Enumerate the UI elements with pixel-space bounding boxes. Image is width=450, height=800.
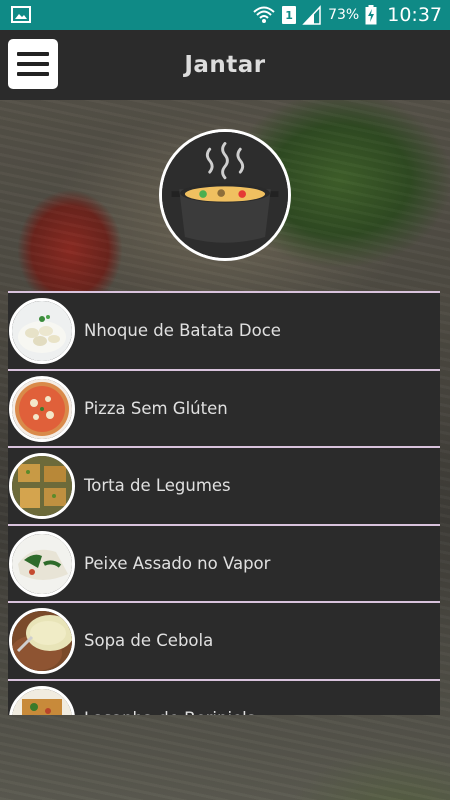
- list-item[interactable]: Pizza Sem Glúten: [8, 368, 440, 446]
- app-bar: Jantar: [0, 30, 450, 100]
- fish-thumbnail: [9, 530, 75, 597]
- list-item[interactable]: Torta de Legumes: [8, 446, 440, 524]
- recipe-name: Lasanha de Berinjela: [84, 681, 257, 716]
- recipe-name: Pizza Sem Glúten: [84, 398, 228, 418]
- list-item[interactable]: Nhoque de Batata Doce: [8, 291, 440, 369]
- signal-icon: [302, 5, 321, 25]
- hamburger-menu-icon[interactable]: [8, 39, 58, 89]
- recipe-name: Peixe Assado no Vapor: [84, 553, 271, 573]
- lasagna-thumbnail: [9, 685, 75, 715]
- wifi-icon: [253, 6, 275, 23]
- recipe-name: Nhoque de Batata Doce: [84, 321, 281, 340]
- status-bar: 1 73% 10:37: [0, 0, 450, 30]
- pizza-thumbnail: [9, 375, 75, 442]
- page-title: Jantar: [184, 52, 266, 78]
- status-icons: 1 73% 10:37: [252, 0, 442, 30]
- steaming-pot-icon: [159, 129, 291, 261]
- battery-percent: 73%: [328, 7, 360, 23]
- soup-thumbnail: [9, 608, 75, 674]
- gnocchi-thumbnail: [9, 298, 75, 364]
- list-item[interactable]: Lasanha de Berinjela: [8, 678, 440, 716]
- pie-thumbnail: [9, 453, 75, 519]
- recipe-name: Torta de Legumes: [84, 476, 231, 495]
- clock: 10:37: [387, 4, 442, 26]
- list-item[interactable]: Sopa de Cebola: [8, 601, 440, 679]
- image-notification-icon: [11, 6, 31, 23]
- list-item[interactable]: Peixe Assado no Vapor: [8, 523, 440, 601]
- recipe-name: Sopa de Cebola: [84, 631, 214, 650]
- battery-charging-icon: [365, 5, 377, 25]
- sim-icon: 1: [282, 6, 297, 24]
- recipe-list[interactable]: Nhoque de Batata Doce Pizza Sem Glúten T…: [8, 291, 440, 715]
